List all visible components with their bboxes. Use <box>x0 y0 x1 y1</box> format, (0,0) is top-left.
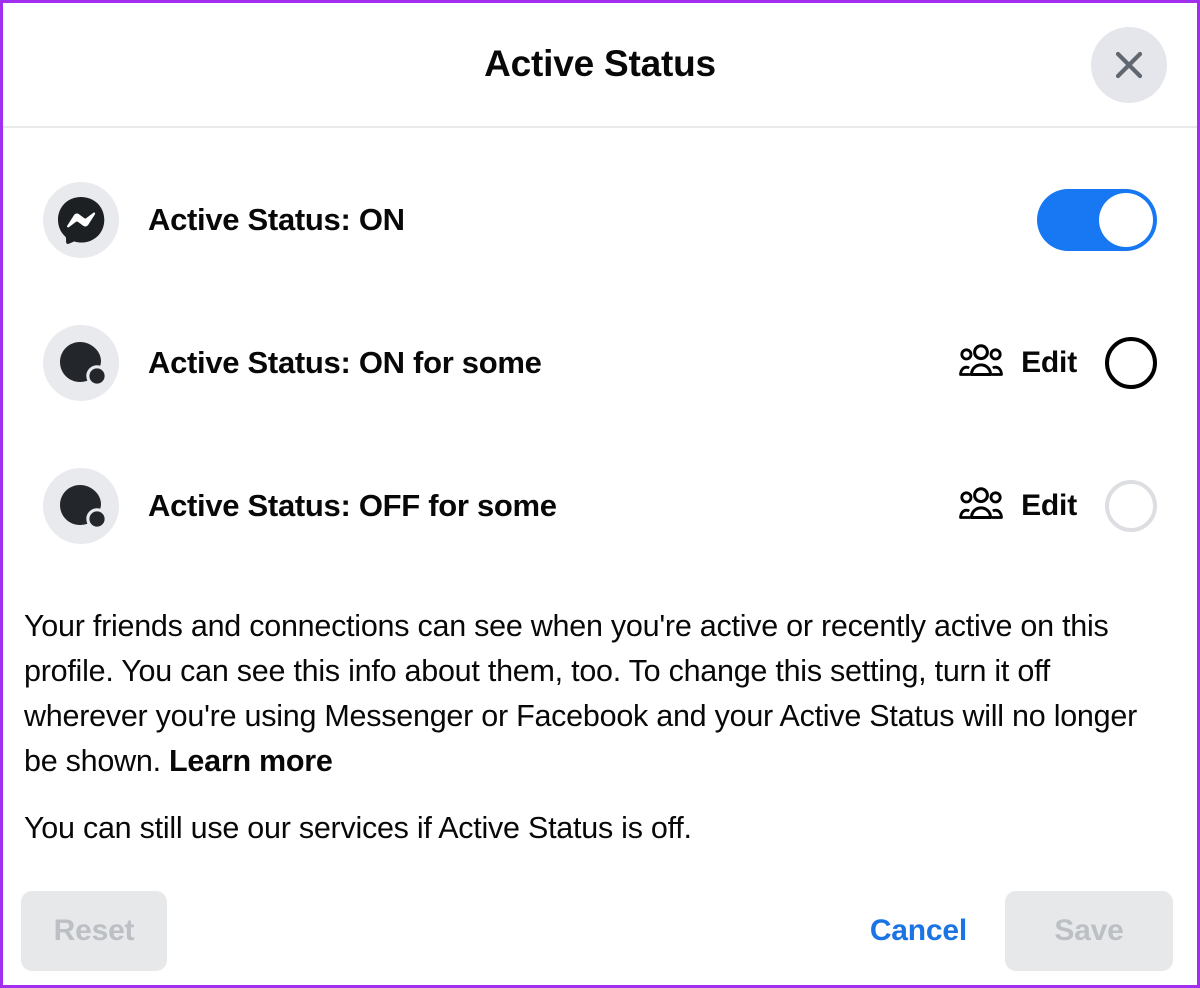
dialog-body: Active Status: ON Active Status: ON for … <box>3 128 1197 985</box>
cancel-button[interactable]: Cancel <box>848 891 989 971</box>
dialog-footer: Reset Cancel Save <box>3 883 1197 979</box>
option-controls <box>1037 189 1157 251</box>
learn-more-link[interactable]: Learn more <box>169 744 333 778</box>
save-button[interactable]: Save <box>1005 891 1173 971</box>
active-status-dialog: Active Status Active Status: ON Active S… <box>0 0 1200 988</box>
people-group-icon <box>959 486 1003 526</box>
option-controls: Edit <box>959 337 1157 389</box>
option-row-active-status-on[interactable]: Active Status: ON <box>3 170 1197 270</box>
reset-button[interactable]: Reset <box>21 891 167 971</box>
close-icon <box>1111 47 1147 83</box>
edit-button-on-for-some[interactable]: Edit <box>1021 346 1077 380</box>
description-block: Your friends and connections can see whe… <box>3 556 1197 851</box>
active-status-dot-icon <box>43 468 119 544</box>
radio-on-for-some[interactable] <box>1105 337 1157 389</box>
option-label: Active Status: OFF for some <box>148 488 557 523</box>
edit-button-off-for-some[interactable]: Edit <box>1021 489 1077 523</box>
option-label: Active Status: ON <box>148 202 405 237</box>
option-row-off-for-some[interactable]: Active Status: OFF for some Edit <box>3 456 1197 556</box>
messenger-logo-icon <box>43 182 119 258</box>
toggle-knob <box>1099 193 1153 247</box>
option-list: Active Status: ON Active Status: ON for … <box>3 128 1197 556</box>
description-paragraph-2: You can still use our services if Active… <box>24 811 692 845</box>
page-title: Active Status <box>484 42 716 84</box>
option-controls: Edit <box>959 480 1157 532</box>
description-paragraph-1: Your friends and connections can see whe… <box>24 604 1157 784</box>
active-status-toggle[interactable] <box>1037 189 1157 251</box>
close-button[interactable] <box>1091 26 1167 103</box>
active-status-dot-icon <box>43 325 119 401</box>
dialog-header: Active Status <box>3 3 1197 128</box>
people-group-icon <box>959 343 1003 383</box>
radio-off-for-some[interactable] <box>1105 480 1157 532</box>
option-row-on-for-some[interactable]: Active Status: ON for some Edit <box>3 313 1197 413</box>
option-label: Active Status: ON for some <box>148 345 542 380</box>
